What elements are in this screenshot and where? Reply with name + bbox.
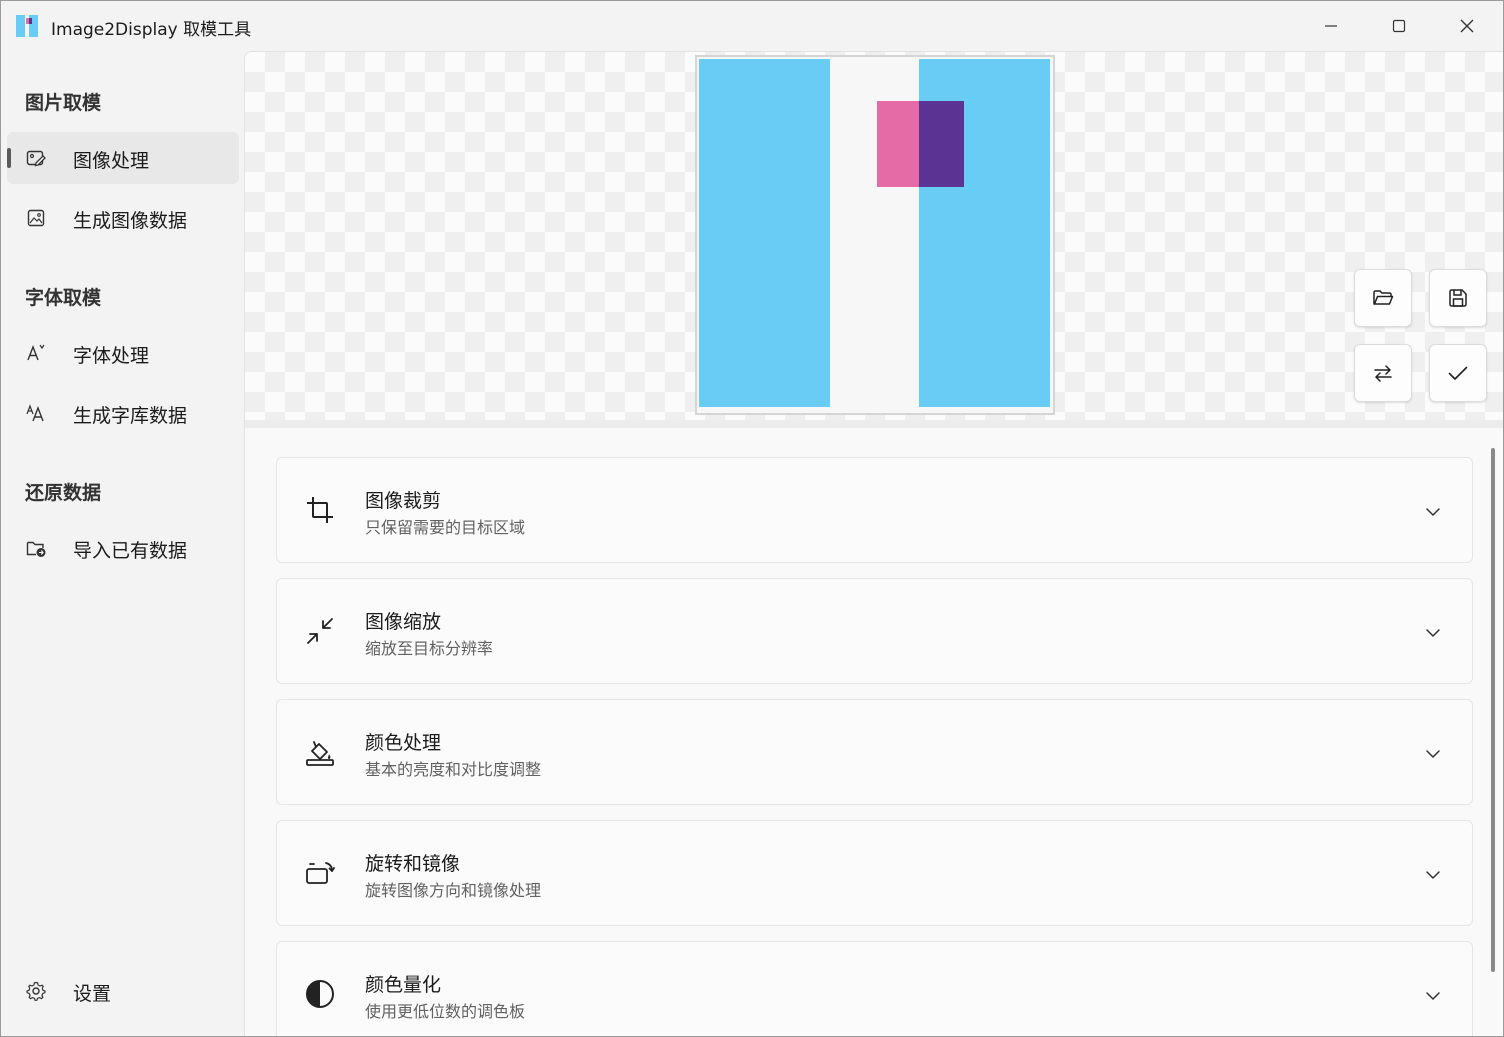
sidebar-item-label: 设置 [73,983,112,1005]
image-icon [25,207,47,229]
preview-purple-block [919,101,964,187]
sidebar-item-settings[interactable]: 设置 [7,965,239,1017]
card-image-scale[interactable]: 图像缩放 缩放至目标分辨率 [276,578,1473,684]
card-subtitle: 基本的亮度和对比度调整 [365,760,542,779]
font-size-icon [25,402,47,424]
card-rotate-mirror[interactable]: 旋转和镜像 旋转图像方向和镜像处理 [276,820,1473,926]
app-window: Image2Display 取模工具 图片取模 图像处理 生成图像数据 字体取模 [0,0,1504,1037]
folder-import-icon [25,537,47,559]
save-button[interactable] [1429,269,1487,327]
folder-open-icon [1373,290,1394,305]
section-title-image: 图片取模 [25,92,102,114]
card-title: 图像缩放 [365,611,442,633]
shrink-arrows-icon [304,615,336,647]
minimize-icon [1325,25,1337,27]
sidebar-item-label: 导入已有数据 [73,540,188,562]
font-edit-icon [25,342,47,364]
preview-image [699,59,1050,407]
swap-button[interactable] [1354,344,1412,402]
active-indicator [7,148,11,168]
window-title: Image2Display 取模工具 [51,20,252,40]
sidebar-item-generate-font-data[interactable]: 生成字库数据 [7,387,239,439]
chevron-down-icon[interactable] [1423,986,1443,1006]
card-subtitle: 缩放至目标分辨率 [365,639,494,658]
card-color-quantization[interactable]: 颜色量化 使用更低位数的调色板 [276,941,1473,1036]
sidebar-item-generate-image-data[interactable]: 生成图像数据 [7,192,239,244]
minimize-button[interactable] [1297,1,1365,51]
sidebar-item-label: 图像处理 [73,150,150,172]
card-title: 旋转和镜像 [365,853,461,875]
maximize-icon [1392,19,1406,33]
sidebar-item-label: 生成图像数据 [73,210,188,232]
app-logo-icon [15,14,39,38]
confirm-button[interactable] [1429,344,1487,402]
open-folder-button[interactable] [1354,269,1412,327]
card-color-processing[interactable]: 颜色处理 基本的亮度和对比度调整 [276,699,1473,805]
sidebar-item-label: 字体处理 [73,345,150,367]
sidebar-item-font-processing[interactable]: 字体处理 [7,327,239,379]
chevron-down-icon[interactable] [1423,502,1443,522]
paint-bucket-icon [304,736,336,768]
sidebar-item-image-processing[interactable]: 图像处理 [7,132,239,184]
checkmark-icon [1448,366,1468,380]
card-title: 图像裁剪 [365,490,442,512]
main-content: 图像裁剪 只保留需要的目标区域 图像缩放 缩放至目标分辨率 颜色处理 基本的亮度… [244,51,1503,1036]
chevron-down-icon[interactable] [1423,865,1443,885]
preview-pink-block [877,101,919,187]
close-icon [1460,19,1474,33]
swap-icon [1374,365,1392,382]
sidebar-item-import-data[interactable]: 导入已有数据 [7,522,239,574]
crop-icon [304,494,336,526]
preview-divider [245,420,1503,428]
section-title-restore: 还原数据 [25,482,102,504]
image-preview-area [245,52,1503,420]
image-preview [695,55,1055,415]
sidebar-item-label: 生成字库数据 [73,405,188,427]
card-subtitle: 使用更低位数的调色板 [365,1002,526,1021]
scrollbar[interactable] [1491,448,1495,972]
close-button[interactable] [1433,1,1501,51]
preview-left-bar [699,59,830,407]
save-icon [1449,289,1467,307]
contrast-icon [304,978,336,1010]
sidebar: 图片取模 图像处理 生成图像数据 字体取模 字体处理 生成字库数据 还原数据 导… [1,51,244,1036]
chevron-down-icon[interactable] [1423,744,1443,764]
card-subtitle: 旋转图像方向和镜像处理 [365,881,542,900]
section-title-font: 字体取模 [25,287,102,309]
card-image-crop[interactable]: 图像裁剪 只保留需要的目标区域 [276,457,1473,563]
gear-icon [25,980,47,1002]
card-title: 颜色处理 [365,732,442,754]
title-bar[interactable]: Image2Display 取模工具 [1,1,1503,51]
card-subtitle: 只保留需要的目标区域 [365,518,526,537]
maximize-button[interactable] [1365,1,1433,51]
chevron-down-icon[interactable] [1423,623,1443,643]
rotate-icon [304,857,336,889]
image-edit-icon [25,147,47,169]
card-title: 颜色量化 [365,974,442,996]
